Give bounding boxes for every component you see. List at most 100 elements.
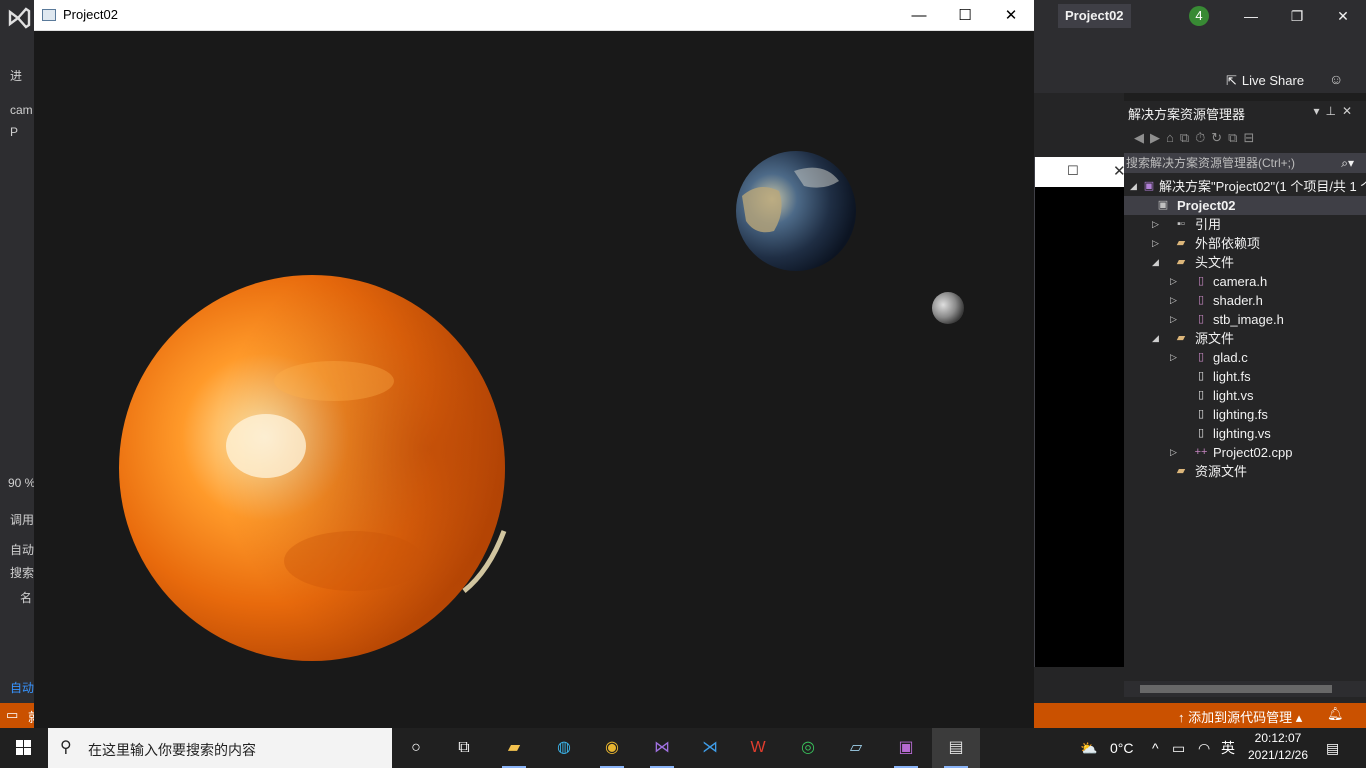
notes-icon[interactable]: ▱: [832, 728, 880, 768]
tree-item-label: camera.h: [1213, 274, 1268, 289]
tree-item-label: light.vs: [1213, 388, 1254, 403]
folder-open-icon: ▰: [1176, 256, 1186, 268]
solution-explorer: 解决方案资源管理器 ▾⊥✕ ◀▶⌂⧉⏱↻⧉⊟ 搜索解决方案资源管理器(Ctrl+…: [1124, 101, 1366, 703]
weather-temp[interactable]: 0°C: [1110, 728, 1134, 768]
tree-item-solution[interactable]: ◢ ▣ 解决方案"Project02"(1 个项目/共 1 个): [1124, 177, 1366, 196]
network-icon[interactable]: ◠: [1198, 728, 1210, 768]
expand-arrow-icon[interactable]: ▷: [1170, 272, 1180, 291]
tree-item-label: 资源文件: [1195, 464, 1248, 479]
expand-arrow-icon[interactable]: ▷: [1152, 215, 1162, 234]
app-window-icon[interactable]: ▤: [932, 728, 980, 768]
solution-search-input[interactable]: 搜索解决方案资源管理器(Ctrl+;) ⌕▾: [1124, 153, 1366, 173]
tree-item-file[interactable]: ▷ ▯ camera.h: [1124, 272, 1366, 291]
tree-item-label: 外部依赖项: [1195, 236, 1261, 251]
windows-start-icon[interactable]: [0, 728, 48, 768]
tray-overflow-icon[interactable]: ^: [1152, 728, 1159, 768]
folder-open-icon: ▰: [1176, 332, 1186, 344]
call-stack-tab[interactable]: 调用: [10, 511, 34, 528]
task-view-icon[interactable]: ⧉: [440, 728, 488, 768]
ime-indicator[interactable]: 英: [1221, 728, 1235, 768]
autos-tab[interactable]: 自动: [10, 541, 34, 558]
clock-date: 2021/12/26: [1247, 748, 1309, 762]
solution-explorer-title: 解决方案资源管理器: [1128, 107, 1246, 122]
add-to-source-control-button[interactable]: ↑ 添加到源代码管理 ▴: [1178, 707, 1302, 726]
tree-item-file[interactable]: ▷ ▯ stb_image.h: [1124, 310, 1366, 329]
tree-item-file[interactable]: ▯ lighting.fs: [1124, 405, 1366, 424]
feedback-person-icon[interactable]: ☺: [1329, 71, 1343, 87]
references-icon: ▪▫: [1177, 218, 1185, 230]
wechat-icon[interactable]: ◎: [784, 728, 832, 768]
render-viewport[interactable]: [34, 31, 1034, 728]
search-field[interactable]: 搜索: [10, 564, 34, 581]
search-icon: ⚲: [60, 739, 72, 756]
tree-item-resources[interactable]: ▰ 资源文件: [1124, 462, 1366, 481]
tree-item-file[interactable]: ▯ light.vs: [1124, 386, 1366, 405]
expand-arrow-icon[interactable]: ▷: [1170, 348, 1180, 367]
tree-item-file[interactable]: ▷ ▯ shader.h: [1124, 291, 1366, 310]
maximize-button[interactable]: ☐: [942, 0, 988, 31]
minimize-button[interactable]: —: [896, 0, 942, 31]
expand-arrow-icon[interactable]: ▷: [1170, 291, 1180, 310]
close-button[interactable]: ✕: [988, 0, 1034, 31]
vs-restore-button[interactable]: ❐: [1274, 0, 1320, 33]
notifications-bell-icon[interactable]: 🔔︎: [1327, 706, 1344, 722]
tree-item-project[interactable]: ▣ Project02: [1124, 196, 1366, 215]
tree-item-label: shader.h: [1213, 293, 1263, 308]
opengl-titlebar[interactable]: Project02 — ☐ ✕: [34, 0, 1034, 31]
chrome-icon[interactable]: ◉: [588, 728, 636, 768]
pane-controls-icon[interactable]: ▾⊥✕: [1313, 104, 1358, 118]
tree-item-sources[interactable]: ◢ ▰ 源文件: [1124, 329, 1366, 348]
console-maximize-icon[interactable]: ☐: [1067, 163, 1079, 179]
live-share-button[interactable]: ⇱ Live Share: [1226, 71, 1304, 91]
taskbar-search-input[interactable]: ⚲ 在这里输入你要搜索的内容: [48, 728, 392, 768]
tree-item-file[interactable]: ▯ lighting.vs: [1124, 424, 1366, 443]
vs-close-button[interactable]: ✕: [1320, 0, 1366, 33]
left-tab[interactable]: cam: [10, 103, 33, 117]
collapse-arrow-icon[interactable]: ◢: [1152, 253, 1162, 272]
tree-item-external[interactable]: ▷ ▰ 外部依赖项: [1124, 234, 1366, 253]
tree-item-references[interactable]: ▷ ▪▫ 引用: [1124, 215, 1366, 234]
zoom-level[interactable]: 90 %: [8, 476, 35, 490]
tree-item-label: 解决方案"Project02"(1 个项目/共 1 个): [1159, 179, 1366, 194]
folder-icon: ▰: [1176, 465, 1186, 477]
sun-sphere: [119, 275, 507, 661]
visual-studio-icon[interactable]: ⋈: [638, 728, 686, 768]
taskbar-search-placeholder: 在这里输入你要搜索的内容: [88, 742, 256, 758]
tree-item-file[interactable]: ▯ light.fs: [1124, 367, 1366, 386]
search-icon[interactable]: ⌕▾: [1341, 153, 1354, 173]
left-strip-text: 进: [10, 69, 23, 83]
left-tab-sub[interactable]: P: [10, 125, 18, 139]
live-share-icon: ⇱: [1226, 73, 1237, 88]
cortana-icon[interactable]: ○: [392, 728, 440, 768]
status-window-icon[interactable]: ▭: [6, 707, 18, 723]
tree-item-file[interactable]: ▷ ++ Project02.cpp: [1124, 443, 1366, 462]
action-center-icon[interactable]: ▤: [1326, 728, 1339, 768]
solution-horizontal-scrollbar[interactable]: [1124, 681, 1366, 697]
live-share-label: Live Share: [1241, 73, 1305, 88]
tree-item-headers[interactable]: ◢ ▰ 头文件: [1124, 253, 1366, 272]
earth-sphere: [736, 151, 856, 271]
tree-item-file[interactable]: ▷ ▯ glad.c: [1124, 348, 1366, 367]
opengl-window[interactable]: Project02 — ☐ ✕: [34, 0, 1034, 728]
weather-icon[interactable]: ⛅: [1080, 728, 1097, 768]
file-icon: ▯: [1197, 427, 1205, 439]
collapse-arrow-icon[interactable]: ◢: [1130, 177, 1140, 196]
scrollbar-thumb[interactable]: [1140, 685, 1332, 693]
wps-icon[interactable]: W: [734, 728, 782, 768]
edge-icon[interactable]: ◍: [540, 728, 588, 768]
vscode-icon[interactable]: ⋊: [686, 728, 734, 768]
expand-arrow-icon[interactable]: ▷: [1170, 443, 1180, 462]
terminal-icon[interactable]: ▣: [882, 728, 930, 768]
autos-tab-bottom[interactable]: 自动: [10, 679, 34, 696]
notification-badge[interactable]: 4: [1189, 6, 1209, 26]
solution-search-placeholder: 搜索解决方案资源管理器(Ctrl+;): [1126, 156, 1295, 170]
file-explorer-icon[interactable]: ▰: [490, 728, 538, 768]
collapse-arrow-icon[interactable]: ◢: [1152, 329, 1162, 348]
vs-minimize-button[interactable]: —: [1228, 0, 1274, 33]
solution-explorer-toolbar[interactable]: ◀▶⌂⧉⏱↻⧉⊟: [1124, 125, 1366, 151]
expand-arrow-icon[interactable]: ▷: [1170, 310, 1180, 329]
tree-item-label: Project02.cpp: [1213, 445, 1293, 460]
expand-arrow-icon[interactable]: ▷: [1152, 234, 1162, 253]
battery-icon[interactable]: ▭: [1172, 728, 1185, 768]
clock[interactable]: 20:12:07 2021/12/26: [1243, 730, 1313, 764]
